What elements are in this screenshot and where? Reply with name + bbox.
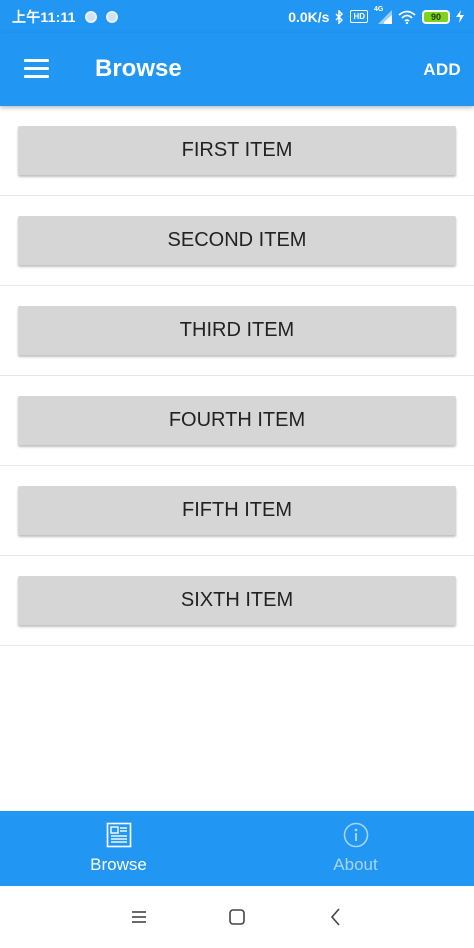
cell-signal: 4G xyxy=(374,6,392,24)
hamburger-menu-button[interactable] xyxy=(16,51,56,87)
list-item: FIFTH ITEM xyxy=(0,466,474,556)
list-item: SIXTH ITEM xyxy=(0,556,474,646)
item-button-second[interactable]: SECOND ITEM xyxy=(18,216,456,265)
menu-line xyxy=(24,75,49,78)
hd-badge: HD xyxy=(350,10,368,23)
menu-icon[interactable] xyxy=(128,906,150,928)
cell-signal-icon xyxy=(378,9,392,24)
page-title: Browse xyxy=(95,55,182,82)
charging-icon xyxy=(456,10,464,23)
bottom-tab-bar: Browse About xyxy=(0,811,474,886)
status-left: 上午11:11 xyxy=(12,7,118,27)
notification-dot-icon xyxy=(105,10,118,23)
newspaper-icon xyxy=(106,822,131,848)
tab-browse[interactable]: Browse xyxy=(0,811,237,886)
status-bar: 上午11:11 0.0K/s HD 4G 90 xyxy=(0,0,474,33)
notification-dot-icon xyxy=(84,10,97,23)
info-icon xyxy=(343,822,368,848)
tab-label-about: About xyxy=(333,855,378,874)
item-button-fourth[interactable]: FOURTH ITEM xyxy=(18,396,456,445)
item-button-third[interactable]: THIRD ITEM xyxy=(18,306,456,355)
tab-about[interactable]: About xyxy=(237,811,474,886)
home-icon[interactable] xyxy=(226,906,248,928)
bluetooth-icon xyxy=(335,9,344,24)
item-button-fifth[interactable]: FIFTH ITEM xyxy=(18,486,456,535)
menu-line xyxy=(24,67,49,70)
system-nav-bar xyxy=(0,886,474,948)
back-icon[interactable] xyxy=(325,906,347,928)
add-button[interactable]: ADD xyxy=(423,60,461,80)
menu-line xyxy=(24,59,49,62)
list-item: FIRST ITEM xyxy=(0,106,474,196)
network-speed: 0.0K/s xyxy=(288,8,330,25)
item-button-sixth[interactable]: SIXTH ITEM xyxy=(18,576,456,625)
tab-label-browse: Browse xyxy=(90,855,147,874)
item-list: FIRST ITEM SECOND ITEM THIRD ITEM FOURTH… xyxy=(0,106,474,646)
battery-icon: 90 xyxy=(422,9,450,24)
list-item: THIRD ITEM xyxy=(0,286,474,376)
status-time: 上午11:11 xyxy=(12,8,76,25)
item-button-first[interactable]: FIRST ITEM xyxy=(18,126,456,175)
list-item: SECOND ITEM xyxy=(0,196,474,286)
wifi-icon xyxy=(398,10,416,24)
list-item: FOURTH ITEM xyxy=(0,376,474,466)
status-right: 0.0K/s HD 4G 90 xyxy=(288,6,464,25)
app-bar: Browse ADD xyxy=(0,33,474,106)
